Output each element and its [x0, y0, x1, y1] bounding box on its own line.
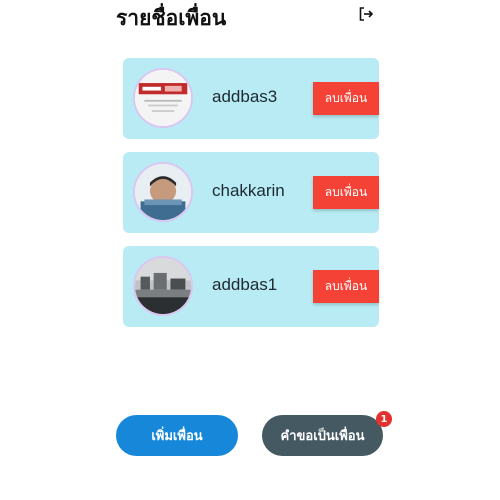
friend-name: chakkarin	[212, 181, 285, 200]
friend-name: addbas3	[212, 87, 278, 106]
friend-list: addbas3 ลบเพื่อน chakkarin ลบเพื่อน addb…	[123, 58, 379, 327]
friend-card: chakkarin ลบเพื่อน	[123, 152, 379, 233]
avatar	[133, 256, 193, 316]
friend-card: addbas3 ลบเพื่อน	[123, 58, 379, 139]
remove-friend-button[interactable]: ลบเพื่อน	[313, 270, 379, 303]
remove-friend-button[interactable]: ลบเพื่อน	[313, 82, 379, 115]
avatar	[133, 162, 193, 222]
friend-requests-button[interactable]: คำขอเป็นเพื่อน	[262, 415, 383, 456]
add-friend-button[interactable]: เพิ่มเพื่อน	[116, 415, 238, 456]
friend-card: addbas1 ลบเพื่อน	[123, 246, 379, 327]
remove-friend-button[interactable]: ลบเพื่อน	[313, 176, 379, 209]
friend-name: addbas1	[212, 275, 278, 294]
page-title: รายชื่อเพื่อน	[116, 6, 227, 30]
logout-button[interactable]	[356, 6, 376, 26]
requests-count-badge: 1	[376, 411, 392, 427]
logout-icon	[358, 6, 374, 26]
avatar	[133, 68, 193, 128]
friends-screen: รายชื่อเพื่อน addbas3 ลบเพื่อน chakkarin…	[0, 0, 500, 500]
